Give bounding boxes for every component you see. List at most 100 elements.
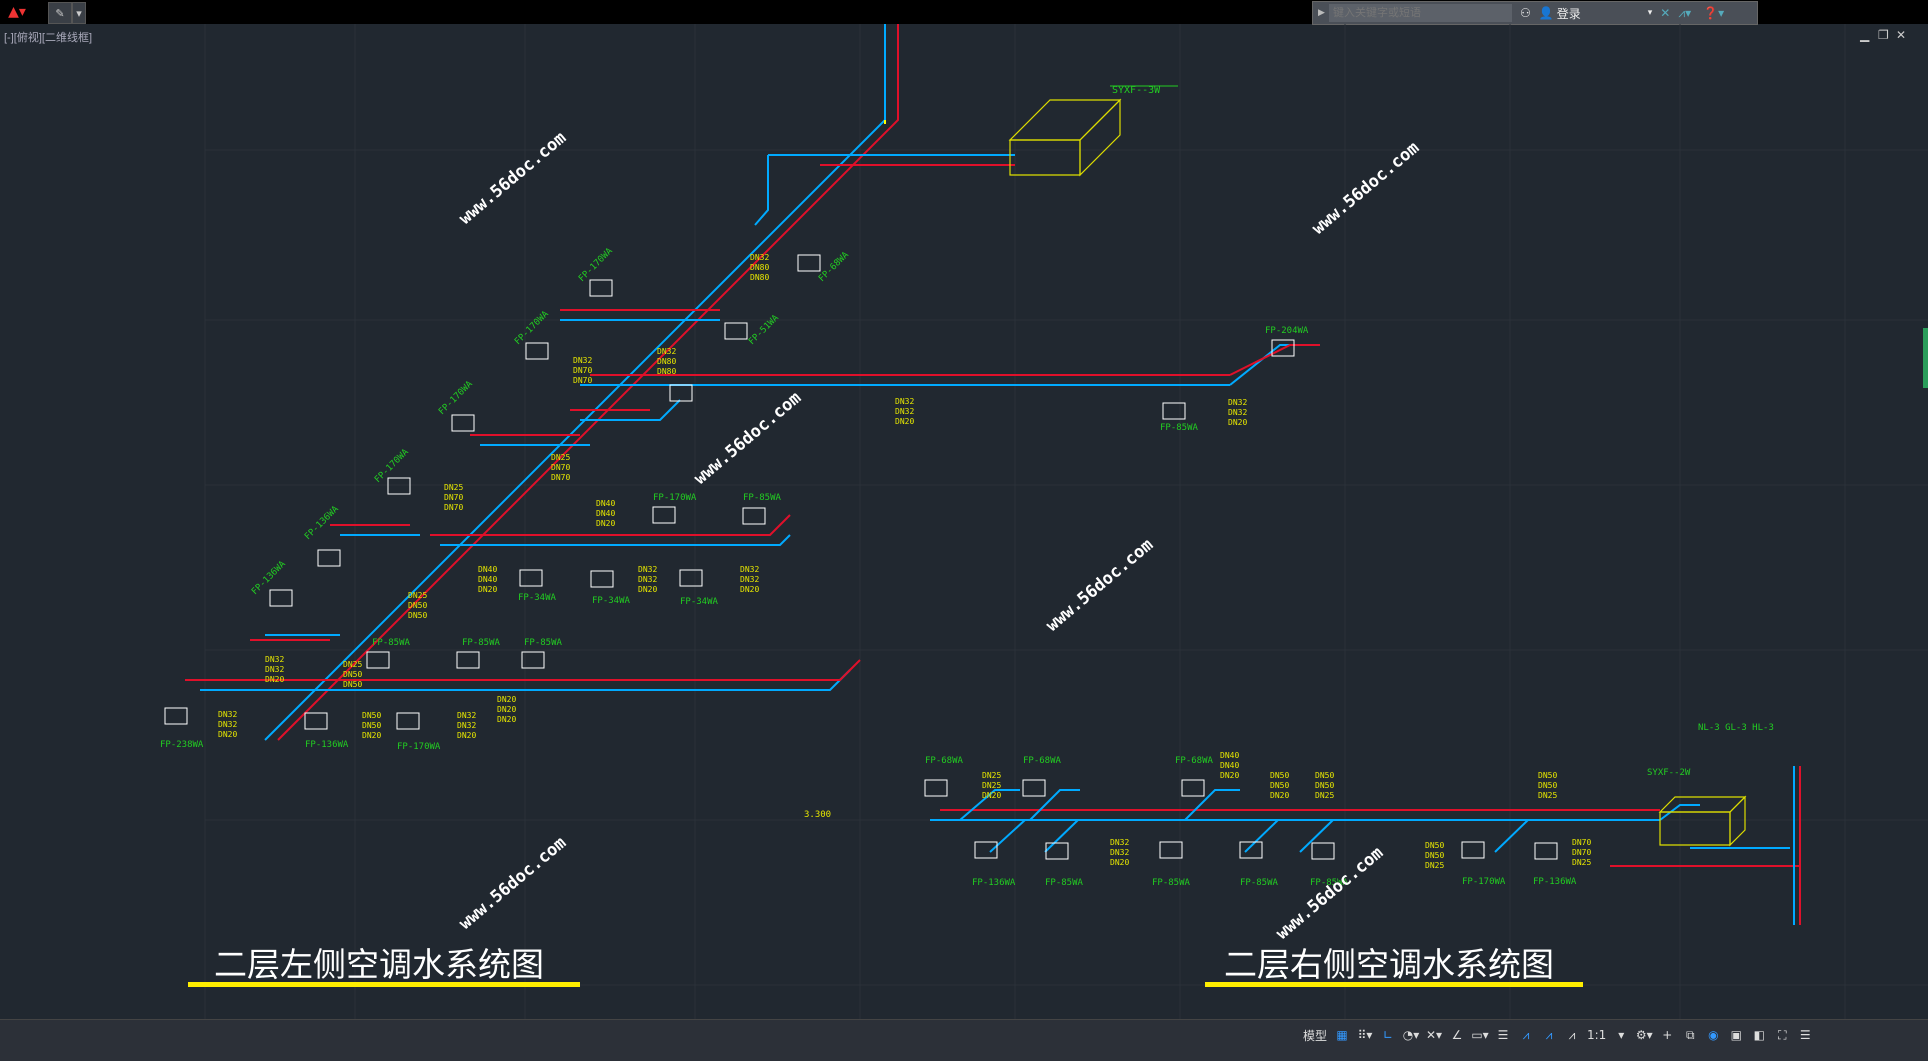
svg-text:FP-34WA: FP-34WA bbox=[518, 593, 557, 603]
svg-text:FP-68WA: FP-68WA bbox=[817, 250, 851, 284]
snap-icon[interactable]: ⠿▾ bbox=[1355, 1026, 1375, 1044]
workspace-icon[interactable]: ⧉ bbox=[1680, 1026, 1700, 1044]
svg-text:DN20: DN20 bbox=[638, 585, 657, 594]
unit-labels-right: FP-68WA FP-68WA FP-68WA FP-136WA FP-85WA… bbox=[804, 723, 1774, 888]
scale-label[interactable]: 1:1 bbox=[1585, 1028, 1608, 1042]
login-button[interactable]: 👤 登录 ▾ bbox=[1539, 5, 1653, 22]
svg-text:DN80: DN80 bbox=[657, 357, 676, 366]
polar-icon[interactable]: ◔▾ bbox=[1401, 1026, 1421, 1044]
lineweight-icon[interactable]: ☰ bbox=[1493, 1026, 1513, 1044]
annotation-visibility-icon[interactable]: ⩘ bbox=[1516, 1026, 1536, 1044]
svg-text:DN32: DN32 bbox=[218, 710, 237, 719]
top-title-bar: ▲▾ ✎ ▾ ▶ ⚇ 👤 登录 ▾ ✕ ⩘▾ ❓▾ bbox=[0, 0, 1928, 25]
svg-text:DN32: DN32 bbox=[1110, 848, 1129, 857]
grid-icon[interactable]: ▦ bbox=[1332, 1026, 1352, 1044]
svg-text:DN20: DN20 bbox=[1110, 858, 1129, 867]
svg-text:DN32: DN32 bbox=[573, 356, 592, 365]
svg-text:DN32: DN32 bbox=[265, 655, 284, 664]
svg-text:DN20: DN20 bbox=[218, 730, 237, 739]
svg-text:NL-3 GL-3 HL-3: NL-3 GL-3 HL-3 bbox=[1698, 723, 1774, 733]
svg-text:DN32: DN32 bbox=[740, 575, 759, 584]
svg-text:FP-85WA: FP-85WA bbox=[524, 638, 563, 648]
a360-icon[interactable]: ⩘▾ bbox=[1678, 6, 1691, 21]
svg-text:DN50: DN50 bbox=[362, 721, 381, 730]
svg-text:www.56doc.com: www.56doc.com bbox=[1272, 843, 1387, 944]
annotation-scale-icon[interactable]: ⩘ bbox=[1562, 1026, 1582, 1044]
svg-text:DN50: DN50 bbox=[1425, 841, 1444, 850]
svg-text:DN70: DN70 bbox=[551, 473, 570, 482]
svg-text:DN32: DN32 bbox=[895, 397, 914, 406]
gear-icon[interactable]: ⚙▾ bbox=[1634, 1026, 1654, 1044]
svg-text:FP-85WA: FP-85WA bbox=[1160, 423, 1199, 433]
application-menu-button[interactable]: ▲▾ bbox=[2, 0, 32, 24]
fullscreen-icon[interactable]: ⛶ bbox=[1772, 1026, 1792, 1044]
svg-text:FP-51WA: FP-51WA bbox=[747, 313, 781, 347]
svg-text:DN25: DN25 bbox=[982, 781, 1001, 790]
svg-text:FP-170WA: FP-170WA bbox=[373, 447, 411, 485]
clean-screen-icon[interactable]: ◧ bbox=[1749, 1026, 1769, 1044]
svg-text:FP-136WA: FP-136WA bbox=[1533, 877, 1577, 887]
svg-text:FP-85WA: FP-85WA bbox=[1152, 878, 1191, 888]
hamburger-menu-icon[interactable]: ☰ bbox=[1795, 1026, 1815, 1044]
svg-text:DN20: DN20 bbox=[265, 675, 284, 684]
model-tab[interactable]: 模型 bbox=[1300, 1024, 1330, 1046]
isolate-icon[interactable]: ◉ bbox=[1703, 1026, 1723, 1044]
svg-text:DN32: DN32 bbox=[1110, 838, 1129, 847]
svg-text:DN50: DN50 bbox=[343, 680, 362, 689]
svg-text:DN25: DN25 bbox=[1425, 861, 1444, 870]
svg-text:www.56doc.com: www.56doc.com bbox=[455, 833, 570, 934]
status-tools: ▦ ⠿▾ ∟ ◔▾ ✕▾ ∠ ▭▾ ☰ ⩘ ⩘ ⩘ 1:1 ▾ ⚙▾ + ⧉ ◉… bbox=[1332, 1024, 1926, 1046]
svg-text:DN25: DN25 bbox=[343, 660, 362, 669]
svg-text:DN70: DN70 bbox=[444, 503, 463, 512]
expand-arrow-icon[interactable]: ▶ bbox=[1318, 8, 1325, 18]
unit-labels-left: FP-238WA FP-136WA FP-170WA FP-85WA FP-85… bbox=[160, 246, 1309, 752]
osnap-icon[interactable]: ✕▾ bbox=[1424, 1026, 1444, 1044]
svg-text:DN32: DN32 bbox=[657, 347, 676, 356]
svg-text:www.56doc.com: www.56doc.com bbox=[1042, 535, 1157, 636]
angle-icon[interactable]: ∠ bbox=[1447, 1026, 1467, 1044]
svg-text:www.56doc.com: www.56doc.com bbox=[1308, 138, 1423, 239]
svg-text:FP-170WA: FP-170WA bbox=[577, 246, 615, 284]
svg-text:FP-85WA: FP-85WA bbox=[1240, 878, 1279, 888]
quick-access-toolbar-button[interactable]: ✎ bbox=[48, 2, 72, 24]
svg-text:DN20: DN20 bbox=[895, 417, 914, 426]
svg-text:DN70: DN70 bbox=[573, 376, 592, 385]
svg-text:FP-34WA: FP-34WA bbox=[680, 597, 719, 607]
svg-text:DN70: DN70 bbox=[1572, 848, 1591, 857]
drawing-canvas[interactable]: SYXF--3W FP-238WA FP-136WA FP-170WA FP-8… bbox=[0, 24, 1928, 1024]
search-input[interactable] bbox=[1329, 4, 1512, 22]
svg-text:FP-85WA: FP-85WA bbox=[1045, 878, 1084, 888]
plus-icon[interactable]: + bbox=[1657, 1026, 1677, 1044]
svg-text:DN20: DN20 bbox=[1270, 791, 1289, 800]
svg-text:FP-85WA: FP-85WA bbox=[372, 638, 411, 648]
svg-text:DN32: DN32 bbox=[218, 720, 237, 729]
ortho-icon[interactable]: ∟ bbox=[1378, 1026, 1398, 1044]
svg-text:DN32: DN32 bbox=[457, 711, 476, 720]
svg-text:DN80: DN80 bbox=[750, 273, 769, 282]
svg-text:DN32: DN32 bbox=[1228, 408, 1247, 417]
svg-text:DN20: DN20 bbox=[457, 731, 476, 740]
hardware-acceleration-icon[interactable]: ▣ bbox=[1726, 1026, 1746, 1044]
svg-text:FP-34WA: FP-34WA bbox=[592, 596, 631, 606]
svg-text:DN50: DN50 bbox=[408, 601, 427, 610]
svg-text:DN80: DN80 bbox=[657, 367, 676, 376]
exchange-icon[interactable]: ✕ bbox=[1660, 6, 1670, 20]
selection-icon[interactable]: ▭▾ bbox=[1470, 1026, 1490, 1044]
svg-text:DN25: DN25 bbox=[982, 771, 1001, 780]
pipe-size-tags-left: DN32DN32DN20 DN32DN32DN20 DN25DN50DN50 D… bbox=[218, 253, 1247, 740]
quick-access-dropdown-icon[interactable]: ▾ bbox=[72, 2, 86, 24]
svg-text:FP-136WA: FP-136WA bbox=[303, 504, 341, 542]
svg-text:DN20: DN20 bbox=[1220, 771, 1239, 780]
svg-text:DN50: DN50 bbox=[362, 711, 381, 720]
annotation-auto-icon[interactable]: ⩘ bbox=[1539, 1026, 1559, 1044]
chevron-down-icon[interactable]: ▾ bbox=[1611, 1026, 1631, 1044]
svg-text:DN32: DN32 bbox=[750, 253, 769, 262]
help-icon[interactable]: ❓▾ bbox=[1703, 6, 1724, 20]
svg-text:DN50: DN50 bbox=[1538, 781, 1557, 790]
svg-text:DN50: DN50 bbox=[408, 611, 427, 620]
svg-text:DN40: DN40 bbox=[596, 499, 615, 508]
equipment-unit-top bbox=[1008, 98, 1122, 177]
svg-text:DN50: DN50 bbox=[1315, 781, 1334, 790]
chevron-down-icon: ▾ bbox=[1647, 8, 1653, 18]
binoculars-icon[interactable]: ⚇ bbox=[1520, 6, 1531, 20]
